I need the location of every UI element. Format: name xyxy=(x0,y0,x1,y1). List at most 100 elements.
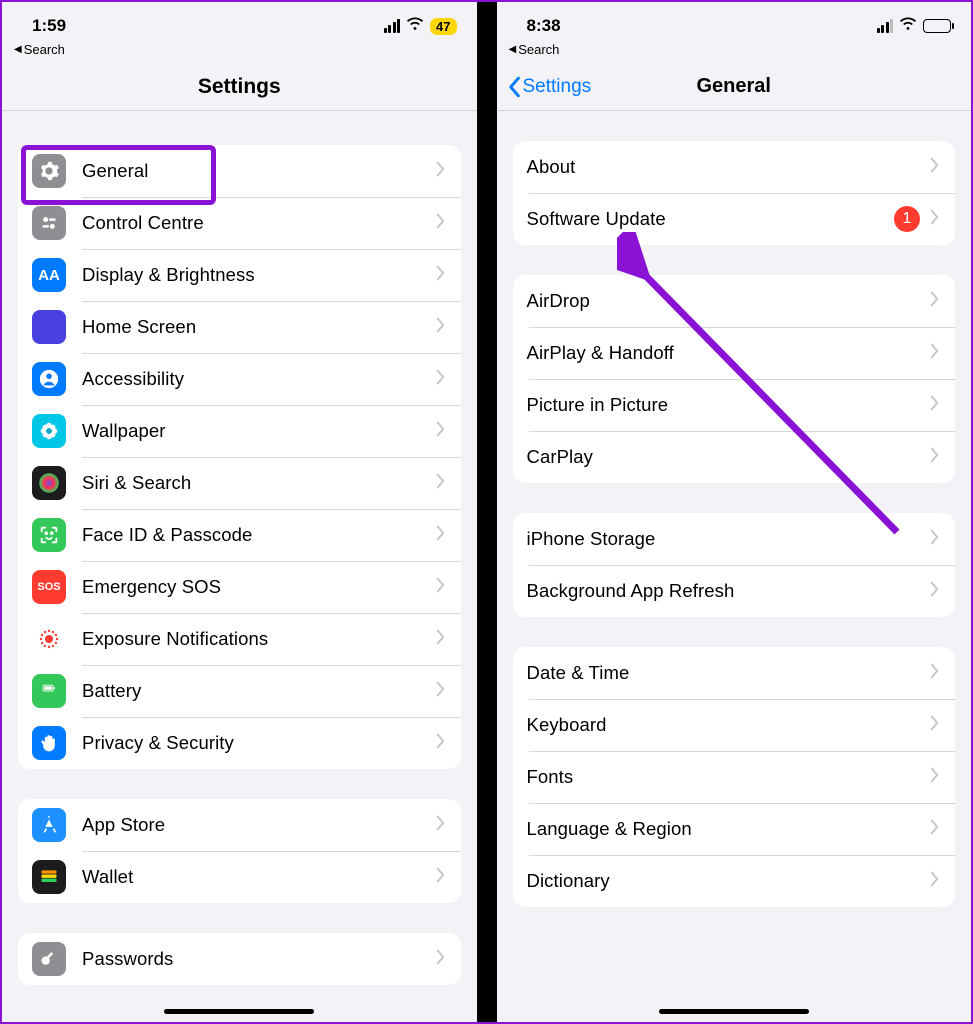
chevron-right-icon xyxy=(930,819,939,840)
wifi-icon xyxy=(899,16,917,36)
row-about[interactable]: About xyxy=(513,141,956,193)
row-accessibility[interactable]: Accessibility xyxy=(18,353,461,405)
chevron-right-icon xyxy=(436,577,445,598)
chevron-right-icon xyxy=(930,767,939,788)
row-label: Accessibility xyxy=(82,368,436,390)
row-privacy[interactable]: Privacy & Security xyxy=(18,717,461,769)
grid-icon xyxy=(32,310,66,344)
row-label: Fonts xyxy=(527,766,931,788)
appstore-icon xyxy=(32,808,66,842)
row-wallpaper[interactable]: Wallpaper xyxy=(18,405,461,457)
chevron-right-icon xyxy=(436,369,445,390)
row-battery[interactable]: Battery xyxy=(18,665,461,717)
row-appstore[interactable]: App Store xyxy=(18,799,461,851)
settings-screen: 1:59 47 ◀ Search Settings GeneralControl… xyxy=(2,2,477,1022)
row-label: Control Centre xyxy=(82,212,436,234)
general-screen: 8:38 ◀ Search Settings General AboutSoft… xyxy=(497,2,972,1022)
row-control-centre[interactable]: Control Centre xyxy=(18,197,461,249)
row-label: Passwords xyxy=(82,948,436,970)
person-icon xyxy=(32,362,66,396)
row-label: Face ID & Passcode xyxy=(82,524,436,546)
row-label: Siri & Search xyxy=(82,472,436,494)
wifi-icon xyxy=(406,16,424,36)
row-fonts[interactable]: Fonts xyxy=(513,751,956,803)
chevron-left-icon xyxy=(507,76,521,98)
chevron-right-icon xyxy=(930,209,939,230)
chevron-right-icon xyxy=(436,161,445,182)
row-passwords[interactable]: Passwords xyxy=(18,933,461,985)
chevron-right-icon xyxy=(436,733,445,754)
row-label: Software Update xyxy=(527,208,895,230)
page-title: General xyxy=(697,75,771,98)
row-lang[interactable]: Language & Region xyxy=(513,803,956,855)
battery-icon xyxy=(32,674,66,708)
general-group-3: iPhone Storage Background App Refresh xyxy=(513,513,956,617)
back-button[interactable]: Settings xyxy=(507,76,592,98)
face-icon xyxy=(32,518,66,552)
row-home-screen[interactable]: Home Screen xyxy=(18,301,461,353)
chevron-right-icon xyxy=(930,291,939,312)
home-indicator[interactable] xyxy=(659,1009,809,1014)
row-keyboard[interactable]: Keyboard xyxy=(513,699,956,751)
chevron-right-icon xyxy=(436,525,445,546)
screenshot-divider xyxy=(477,2,497,1022)
row-label: Display & Brightness xyxy=(82,264,436,286)
battery-badge: 47 xyxy=(430,18,456,35)
chevron-right-icon xyxy=(436,629,445,650)
row-label: Language & Region xyxy=(527,818,931,840)
row-general[interactable]: General xyxy=(18,145,461,197)
chevron-right-icon xyxy=(930,157,939,178)
sliders-icon xyxy=(32,206,66,240)
home-indicator[interactable] xyxy=(164,1009,314,1014)
wallet-icon xyxy=(32,860,66,894)
chevron-right-icon xyxy=(930,715,939,736)
chevron-right-icon xyxy=(436,867,445,888)
breadcrumb-back[interactable]: ◀ Search xyxy=(497,40,972,63)
row-label: General xyxy=(82,160,436,182)
row-label: Wallpaper xyxy=(82,420,436,442)
chevron-right-icon xyxy=(436,681,445,702)
row-label: Home Screen xyxy=(82,316,436,338)
chevron-right-icon xyxy=(436,949,445,970)
row-datetime[interactable]: Date & Time xyxy=(513,647,956,699)
row-siri[interactable]: Siri & Search xyxy=(18,457,461,509)
row-carplay[interactable]: CarPlay xyxy=(513,431,956,483)
row-dict[interactable]: Dictionary xyxy=(513,855,956,907)
row-label: iPhone Storage xyxy=(527,528,931,550)
row-airplay[interactable]: AirPlay & Handoff xyxy=(513,327,956,379)
row-display[interactable]: AA Display & Brightness xyxy=(18,249,461,301)
row-label: Emergency SOS xyxy=(82,576,436,598)
row-label: Date & Time xyxy=(527,662,931,684)
row-label: Wallet xyxy=(82,866,436,888)
row-bgrefresh[interactable]: Background App Refresh xyxy=(513,565,956,617)
row-storage[interactable]: iPhone Storage xyxy=(513,513,956,565)
row-wallet[interactable]: Wallet xyxy=(18,851,461,903)
chevron-right-icon xyxy=(436,421,445,442)
row-label: Exposure Notifications xyxy=(82,628,436,650)
row-faceid[interactable]: Face ID & Passcode xyxy=(18,509,461,561)
row-label: Battery xyxy=(82,680,436,702)
row-exposure[interactable]: Exposure Notifications xyxy=(18,613,461,665)
settings-group-1: General Control Centre AA Display & Brightn… xyxy=(18,145,461,769)
row-pip[interactable]: Picture in Picture xyxy=(513,379,956,431)
row-label: Background App Refresh xyxy=(527,580,931,602)
battery-icon xyxy=(923,19,951,33)
general-group-1: AboutSoftware Update1 xyxy=(513,141,956,245)
hand-icon xyxy=(32,726,66,760)
row-software-update[interactable]: Software Update1 xyxy=(513,193,956,245)
breadcrumb-back[interactable]: ◀ Search xyxy=(2,40,477,63)
exposure-icon xyxy=(32,622,66,656)
AA-icon: AA xyxy=(32,258,66,292)
row-sos[interactable]: SOSEmergency SOS xyxy=(18,561,461,613)
general-group-4: Date & Time Keyboard Fonts Language & Regio… xyxy=(513,647,956,907)
row-label: Dictionary xyxy=(527,870,931,892)
row-airdrop[interactable]: AirDrop xyxy=(513,275,956,327)
row-label: Keyboard xyxy=(527,714,931,736)
key-icon xyxy=(32,942,66,976)
back-triangle-icon: ◀ xyxy=(509,44,517,55)
general-group-2: AirDropAirPlay & HandoffPicture in Pictu… xyxy=(513,275,956,483)
header: Settings General xyxy=(497,63,972,111)
page-title: Settings xyxy=(198,75,281,99)
chevron-right-icon xyxy=(436,815,445,836)
chevron-right-icon xyxy=(930,581,939,602)
